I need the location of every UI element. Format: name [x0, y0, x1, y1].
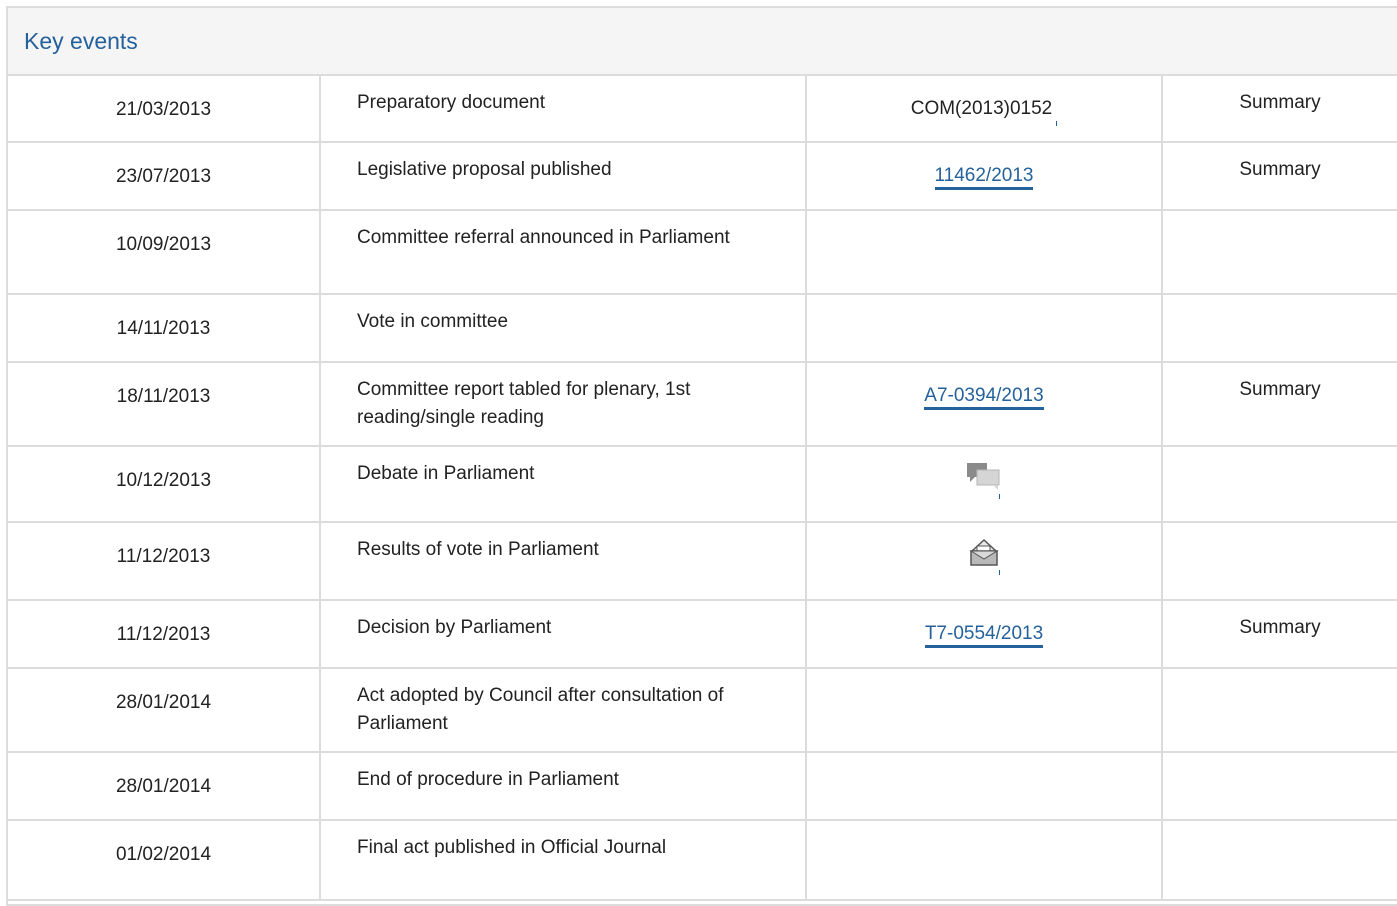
event-date-cell: 01/02/2014 — [8, 820, 321, 901]
event-date-cell: 10/12/2013 — [8, 446, 321, 523]
event-document-cell: 11462/2013 — [806, 142, 1163, 211]
event-date-cell: 23/07/2013 — [8, 142, 321, 211]
event-summary-cell: Summary — [1162, 142, 1397, 211]
event-date: 10/12/2013 — [115, 470, 212, 491]
event-summary-cell — [1162, 522, 1397, 601]
event-summary-cell — [1162, 210, 1397, 295]
table-row: 28/01/2014 Act adopted by Council after c… — [8, 668, 1397, 753]
summary-link[interactable]: Summary — [1239, 379, 1320, 400]
link-marker — [999, 494, 1000, 499]
event-document-cell — [806, 752, 1163, 821]
event-date: 28/01/2014 — [115, 692, 212, 713]
table-row: 11/12/2013 Results of vote in Parliament — [8, 522, 1397, 601]
vote-results-icon[interactable] — [966, 537, 1002, 575]
event-summary-cell: Summary — [1162, 76, 1397, 143]
table-row: 11/12/2013 Decision by Parliament T7-0554/… — [8, 600, 1397, 669]
panel-title: Key events — [24, 27, 138, 54]
link-marker — [999, 570, 1000, 575]
event-name: Decision by Parliament — [357, 617, 552, 638]
event-name: Legislative proposal published — [357, 159, 612, 180]
event-summary-cell — [1162, 668, 1397, 753]
summary-link[interactable]: Summary — [1239, 92, 1320, 113]
event-name-cell: Final act published in Official Journal — [320, 820, 807, 901]
event-summary-cell — [1162, 820, 1397, 901]
event-name-cell: Legislative proposal published — [320, 142, 807, 211]
table-row: 10/12/2013 Debate in Parliament — [8, 446, 1397, 523]
event-name: Vote in committee — [357, 311, 509, 332]
event-name: Committee referral announced in Parliame… — [357, 227, 730, 248]
table-row: 21/03/2013 Preparatory document COM(2013)0… — [8, 76, 1397, 143]
event-summary-cell: Summary — [1162, 600, 1397, 669]
event-name-cell: Vote in committee — [320, 294, 807, 363]
event-name-cell: Decision by Parliament — [320, 600, 807, 669]
event-name-cell: Committee report tabled for plenary, 1st… — [320, 362, 807, 447]
event-document-cell: COM(2013)0152 — [806, 76, 1163, 143]
key-events-panel: Key events 21/03/2013 Preparatory documen… — [6, 6, 1397, 906]
event-date: 28/01/2014 — [115, 776, 212, 797]
event-date-cell: 14/11/2013 — [8, 294, 321, 363]
event-date-cell: 28/01/2014 — [8, 752, 321, 821]
table-row: 18/11/2013 Committee report tabled for pl… — [8, 362, 1397, 447]
event-date-cell: 18/11/2013 — [8, 362, 321, 447]
table-row: 10/09/2013 Committee referral announced i… — [8, 210, 1397, 295]
event-name-cell: Act adopted by Council after consultatio… — [320, 668, 807, 753]
table-row: 14/11/2013 Vote in committee — [8, 294, 1397, 363]
document-link[interactable]: 11462/2013 — [934, 165, 1034, 190]
document-reference: COM(2013)0152 — [910, 98, 1053, 119]
document-link[interactable]: A7-0394/2013 — [924, 385, 1044, 410]
table-row: 23/07/2013 Legislative proposal published… — [8, 142, 1397, 211]
event-date: 14/11/2013 — [116, 318, 211, 339]
event-summary-cell — [1162, 294, 1397, 363]
document-link[interactable]: T7-0554/2013 — [924, 623, 1044, 648]
event-date: 23/07/2013 — [115, 166, 212, 187]
event-date: 01/02/2014 — [115, 844, 212, 865]
event-name: Committee report tabled for plenary, 1st… — [357, 379, 691, 428]
event-date-cell: 21/03/2013 — [8, 76, 321, 143]
event-name: Preparatory document — [357, 92, 545, 113]
event-date: 11/12/2013 — [116, 546, 211, 567]
event-name-cell: Committee referral announced in Parliame… — [320, 210, 807, 295]
key-events-table: 21/03/2013 Preparatory document COM(2013)0… — [8, 76, 1397, 901]
event-document-cell — [806, 446, 1163, 523]
event-name-cell: Preparatory document — [320, 76, 807, 143]
key-events-body: 21/03/2013 Preparatory document COM(2013)0… — [8, 76, 1397, 901]
event-date: 18/11/2013 — [116, 386, 211, 407]
event-document-cell: T7-0554/2013 — [806, 600, 1163, 669]
event-summary-cell: Summary — [1162, 362, 1397, 447]
event-document-cell — [806, 294, 1163, 363]
event-name-cell: Results of vote in Parliament — [320, 522, 807, 601]
event-summary-cell — [1162, 446, 1397, 523]
panel-header: Key events — [8, 8, 1397, 76]
summary-link[interactable]: Summary — [1239, 159, 1320, 180]
event-name-cell: Debate in Parliament — [320, 446, 807, 523]
event-name: End of procedure in Parliament — [357, 769, 619, 790]
event-date-cell: 10/09/2013 — [8, 210, 321, 295]
event-name: Debate in Parliament — [357, 463, 535, 484]
event-summary-cell — [1162, 752, 1397, 821]
event-date: 10/09/2013 — [115, 234, 212, 255]
event-date: 11/12/2013 — [116, 624, 211, 645]
event-date-cell: 11/12/2013 — [8, 522, 321, 601]
event-document-cell: A7-0394/2013 — [806, 362, 1163, 447]
event-document-cell — [806, 820, 1163, 901]
event-date: 21/03/2013 — [115, 99, 212, 120]
table-row: 01/02/2014 Final act published in Officia… — [8, 820, 1397, 901]
event-name: Results of vote in Parliament — [357, 539, 599, 560]
link-marker — [1056, 121, 1058, 126]
event-name: Act adopted by Council after consultatio… — [357, 685, 724, 734]
event-name-cell: End of procedure in Parliament — [320, 752, 807, 821]
event-name: Final act published in Official Journal — [357, 837, 667, 858]
event-date-cell: 11/12/2013 — [8, 600, 321, 669]
table-row: 28/01/2014 End of procedure in Parliament — [8, 752, 1397, 821]
debate-icon[interactable] — [966, 461, 1002, 499]
summary-link[interactable]: Summary — [1239, 617, 1320, 638]
event-document-cell — [806, 210, 1163, 295]
event-document-cell — [806, 522, 1163, 601]
event-date-cell: 28/01/2014 — [8, 668, 321, 753]
event-document-cell — [806, 668, 1163, 753]
